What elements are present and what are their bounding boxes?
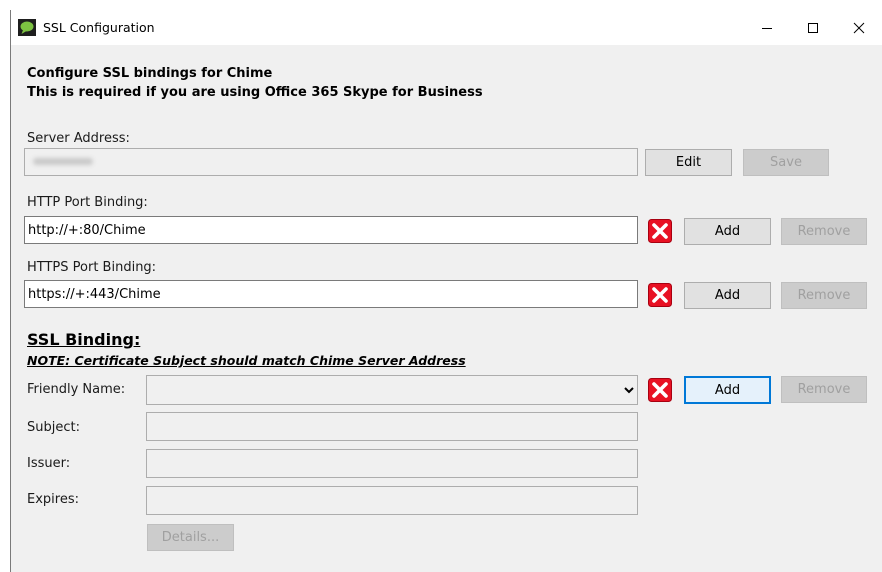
- chat-bubble-icon: [18, 19, 36, 36]
- expires-field: [146, 486, 638, 515]
- delete-x-icon[interactable]: [648, 378, 672, 402]
- close-icon: [853, 22, 865, 33]
- close-button[interactable]: [836, 10, 882, 45]
- window-title: SSL Configuration: [43, 20, 155, 35]
- server-address-field: [24, 148, 638, 176]
- maximize-button[interactable]: [790, 10, 836, 45]
- issuer-field: [146, 449, 638, 478]
- delete-x-icon[interactable]: [648, 283, 672, 307]
- intro-heading: Configure SSL bindings for Chime: [27, 66, 273, 81]
- details-button[interactable]: Details...: [147, 524, 234, 551]
- redacted-server-address: [33, 158, 93, 165]
- delete-x-icon[interactable]: [648, 219, 672, 243]
- friendly-name-select[interactable]: [146, 375, 638, 405]
- http-binding-field[interactable]: [24, 216, 638, 244]
- subject-label: Subject:: [27, 420, 80, 435]
- http-remove-button[interactable]: Remove: [781, 218, 867, 245]
- save-button[interactable]: Save: [743, 149, 829, 176]
- server-address-label: Server Address:: [27, 131, 130, 146]
- ssl-add-button[interactable]: Add: [684, 376, 771, 404]
- maximize-icon: [808, 22, 818, 33]
- https-add-button[interactable]: Add: [684, 282, 771, 309]
- http-add-button[interactable]: Add: [684, 218, 771, 245]
- intro-subheading: This is required if you are using Office…: [27, 85, 483, 100]
- minimize-button[interactable]: [744, 10, 790, 45]
- https-binding-field[interactable]: [24, 280, 638, 308]
- edit-button[interactable]: Edit: [645, 149, 732, 176]
- expires-label: Expires:: [27, 492, 79, 507]
- title-bar: SSL Configuration: [11, 10, 882, 45]
- subject-field: [146, 412, 638, 441]
- minimize-icon: [762, 27, 772, 29]
- friendly-name-label: Friendly Name:: [27, 382, 126, 397]
- ssl-binding-note: NOTE: Certificate Subject should match C…: [27, 353, 466, 368]
- ssl-config-window: SSL Configuration Configure SSL bindings…: [10, 10, 882, 572]
- http-binding-label: HTTP Port Binding:: [27, 195, 148, 210]
- https-binding-label: HTTPS Port Binding:: [27, 260, 157, 275]
- ssl-binding-heading: SSL Binding:: [27, 330, 141, 349]
- ssl-remove-button[interactable]: Remove: [781, 376, 867, 403]
- issuer-label: Issuer:: [27, 456, 71, 471]
- https-remove-button[interactable]: Remove: [781, 282, 867, 309]
